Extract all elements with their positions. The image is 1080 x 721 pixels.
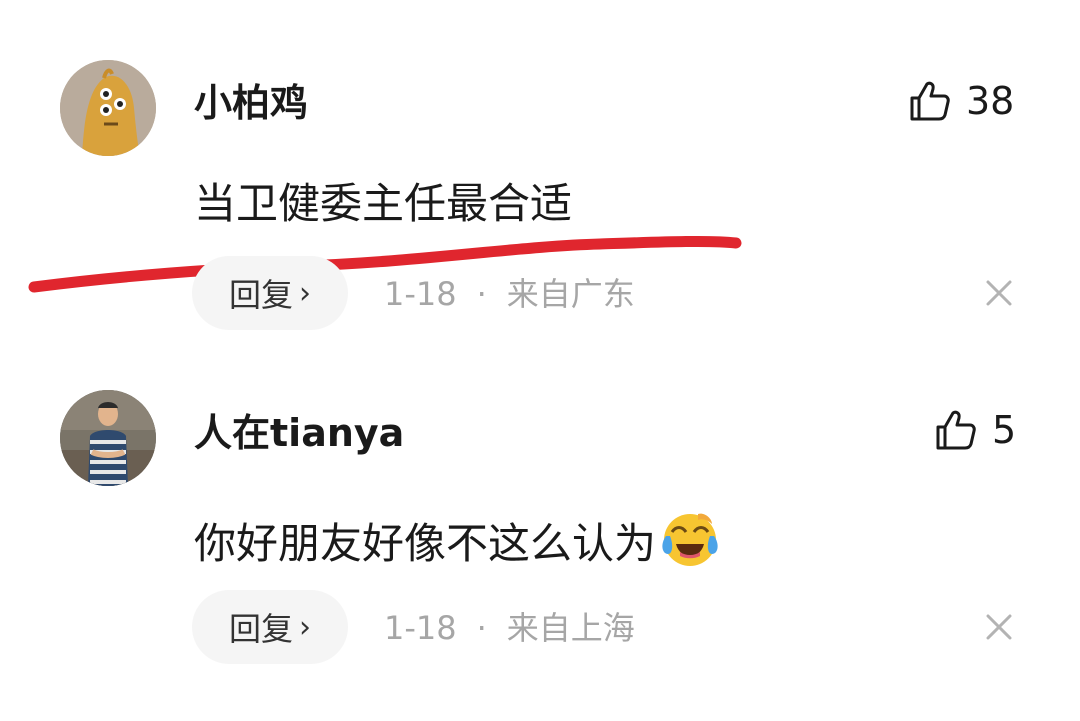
username[interactable]: 小柏鸡	[194, 84, 308, 122]
reply-button[interactable]: 回复 ›	[192, 590, 348, 664]
separator: ·	[476, 275, 487, 313]
like-count: 5	[992, 408, 1017, 452]
reply-label: 回复	[228, 276, 293, 314]
comment-text: 你好朋友好像不这么认为	[194, 518, 657, 568]
comment-text: 当卫健委主任最合适	[194, 179, 573, 228]
avatar[interactable]	[60, 60, 156, 156]
separator: ·	[476, 609, 487, 647]
comment-meta: 1-18 · 来自广东	[384, 278, 635, 310]
person-photo-avatar-icon	[60, 390, 156, 486]
chevron-right-icon: ›	[299, 609, 311, 645]
comment-item: 人在tianya 5 你好朋友好像不这么认为 回复 › 1-18 · 来自上海	[0, 360, 1080, 721]
comment-location: 来自上海	[506, 609, 635, 647]
close-icon[interactable]	[982, 610, 1016, 644]
reply-button[interactable]: 回复 ›	[192, 256, 348, 330]
avatar[interactable]	[60, 390, 156, 486]
thumbs-up-icon	[910, 81, 950, 121]
comment-location: 来自广东	[506, 275, 635, 313]
comment-meta: 1-18 · 来自上海	[384, 612, 635, 644]
chevron-right-icon: ›	[299, 275, 311, 311]
comment-item: 小柏鸡 38 当卫健委主任最合适 回复 › 1-18 · 来自广东	[0, 0, 1080, 360]
comment-date: 1-18	[384, 609, 457, 647]
like-count: 38	[966, 79, 1015, 123]
reply-label: 回复	[228, 610, 293, 648]
close-icon[interactable]	[982, 276, 1016, 310]
username[interactable]: 人在tianya	[194, 414, 404, 452]
like-button[interactable]: 38	[908, 78, 1014, 124]
thumbs-up-icon	[936, 410, 976, 450]
laughing-crying-emoji-icon	[658, 510, 722, 577]
like-button[interactable]: 5	[934, 407, 1016, 453]
comment-text-row: 你好朋友好像不这么认为	[194, 510, 722, 577]
cartoon-character-avatar-icon	[60, 60, 156, 156]
comment-date: 1-18	[384, 275, 457, 313]
